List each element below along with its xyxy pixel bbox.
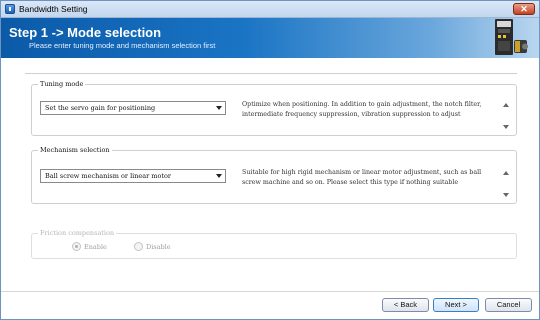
tuning-mode-label: Tuning mode — [38, 80, 86, 88]
close-button[interactable]: ✕ — [513, 3, 535, 15]
footer-divider — [1, 291, 539, 292]
mechanism-scrollbar[interactable] — [502, 171, 510, 197]
tuning-mode-scrollbar[interactable] — [502, 103, 510, 129]
mechanism-description: Suitable for high rigid mechanism or lin… — [242, 169, 482, 186]
window-title: Bandwidth Setting — [19, 4, 88, 14]
step-subtitle: Please enter tuning mode and mechanism s… — [29, 41, 216, 50]
mechanism-selection-label: Mechanism selection — [38, 146, 112, 154]
disable-radio-label: Disable — [146, 242, 171, 251]
bandwidth-setting-window: Bandwidth Setting ✕ Step 1 -> Mode selec… — [0, 0, 540, 320]
app-icon — [5, 4, 15, 14]
scroll-down-icon[interactable] — [503, 193, 509, 197]
back-button[interactable]: < Back — [382, 298, 429, 312]
mechanism-select[interactable]: Ball screw mechanism or linear motor — [40, 169, 226, 183]
step-title: Step 1 -> Mode selection — [9, 25, 162, 40]
friction-compensation-label: Friction compensation — [38, 229, 117, 237]
scroll-down-icon[interactable] — [503, 125, 509, 129]
tuning-mode-description: Optimize when positioning. In addition t… — [242, 101, 482, 118]
chevron-down-icon[interactable] — [216, 174, 222, 178]
tuning-mode-select[interactable]: Set the servo gain for positioning — [40, 101, 226, 115]
servo-drive-motor-image — [495, 19, 528, 55]
step-header: Step 1 -> Mode selection Please enter tu… — [1, 18, 539, 58]
tuning-mode-group: Tuning mode Set the servo gain for posit… — [31, 80, 517, 136]
main-content: Tuning mode Set the servo gain for posit… — [25, 73, 517, 283]
friction-compensation-group: Friction compensation Enable Disable — [31, 229, 517, 259]
mechanism-value: Ball screw mechanism or linear motor — [45, 172, 172, 180]
tuning-mode-value: Set the servo gain for positioning — [45, 104, 156, 112]
radio-checked-icon[interactable] — [72, 242, 81, 251]
cancel-button[interactable]: Cancel — [485, 298, 532, 312]
scroll-up-icon[interactable] — [503, 171, 509, 175]
enable-radio-label: Enable — [84, 242, 107, 251]
disable-radio[interactable]: Disable — [134, 242, 171, 251]
enable-radio[interactable]: Enable — [72, 242, 107, 251]
radio-unchecked-icon[interactable] — [134, 242, 143, 251]
close-icon: ✕ — [520, 4, 528, 14]
title-bar[interactable]: Bandwidth Setting ✕ — [1, 1, 539, 18]
scroll-up-icon[interactable] — [503, 103, 509, 107]
next-button[interactable]: Next > — [433, 298, 479, 312]
chevron-down-icon[interactable] — [216, 106, 222, 110]
mechanism-selection-group: Mechanism selection Ball screw mechanism… — [31, 146, 517, 204]
